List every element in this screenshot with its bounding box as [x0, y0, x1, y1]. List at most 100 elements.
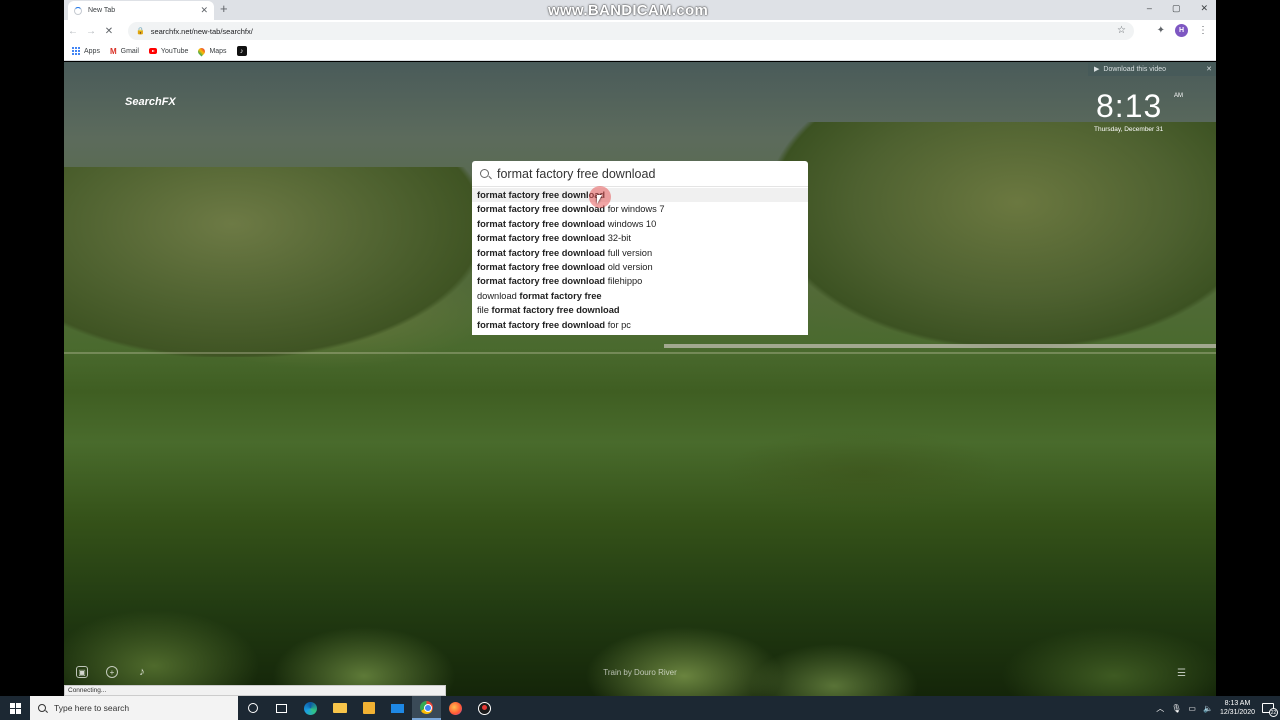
notification-center-icon[interactable]: 22 — [1262, 703, 1278, 717]
gmail-icon: M — [109, 46, 117, 56]
download-video-bar[interactable]: ▶ Download this video ✕ — [1088, 62, 1216, 76]
taskbar-search-box[interactable]: Type here to search — [30, 696, 238, 720]
suggestion-match: format factory free download — [477, 204, 606, 215]
volume-icon[interactable]: 🔈 — [1203, 704, 1213, 713]
bookmark-star-icon[interactable]: ☆ — [1117, 25, 1126, 36]
search-suggestion-item[interactable]: format factory free download — [472, 188, 808, 203]
taskbar-file-explorer[interactable] — [325, 696, 354, 720]
lock-icon: 🔒 — [136, 28, 145, 35]
clock-ampm: AM — [1174, 93, 1183, 99]
suggestion-completion: windows 10 — [605, 218, 657, 229]
new-tab-page: ▶ Download this video ✕ SearchFX 8:13 AM… — [64, 62, 1216, 696]
search-suggestion-item[interactable]: format factory free download 32-bit — [472, 231, 808, 245]
search-suggestion-item[interactable]: file format factory free download — [472, 303, 808, 317]
bookmark-label: Maps — [209, 47, 227, 55]
search-suggestion-item[interactable]: format factory free download filehippo — [472, 274, 808, 288]
bookmark-gmail[interactable]: M Gmail — [110, 47, 139, 56]
suggestion-match: format factory free download — [477, 276, 606, 287]
task-view-button[interactable] — [267, 696, 296, 720]
search-suggestion-item[interactable]: format factory free download for windows… — [472, 202, 808, 216]
minimize-button[interactable]: – — [1147, 3, 1152, 14]
tray-time: 8:13 AM — [1224, 700, 1251, 707]
searchfx-logo: SearchFX — [125, 96, 176, 108]
background-caption: Train by Douro River — [603, 668, 677, 677]
microphone-icon[interactable]: 🎙 — [1171, 704, 1181, 713]
tray-date: 12/31/2020 — [1219, 709, 1255, 716]
taskbar-chrome[interactable] — [412, 696, 441, 720]
close-window-button[interactable]: ✕ — [1200, 3, 1208, 14]
bandicam-watermark: www.BANDICAM.com — [548, 2, 709, 19]
tray-overflow-chevron-icon[interactable]: ︿ — [1156, 703, 1164, 714]
new-tab-button[interactable]: + — [220, 2, 228, 16]
search-icon — [38, 704, 46, 712]
bookmark-tiktok[interactable]: ♪ — [236, 46, 247, 56]
cortana-button[interactable] — [238, 696, 267, 720]
taskbar-mail[interactable] — [383, 696, 412, 720]
tray-clock[interactable]: 8:13 AM 12/31/2020 — [1220, 699, 1255, 717]
search-suggestion-item[interactable]: format factory free download old version — [472, 260, 808, 274]
apps-grid-icon — [72, 47, 80, 55]
taskbar-search-placeholder: Type here to search — [54, 703, 130, 713]
suggestion-match: format factory free download — [477, 190, 606, 200]
search-widget: format factory free download format fact… — [472, 161, 808, 335]
settings-menu-icon[interactable]: ☰ — [1177, 668, 1186, 679]
search-icon — [480, 169, 489, 178]
record-icon — [478, 701, 491, 715]
search-suggestion-item[interactable]: format factory free download for pc — [472, 318, 808, 332]
network-icon[interactable]: ▭ — [1188, 704, 1196, 713]
background-shore — [64, 352, 1216, 354]
store-icon — [362, 702, 375, 714]
search-input[interactable]: format factory free download — [472, 161, 808, 186]
edge-icon — [304, 701, 317, 715]
browser-window: New Tab ✕ + www.BANDICAM.com – ▢ ✕ ← → ✕… — [64, 0, 1216, 720]
notification-count: 22 — [1269, 708, 1278, 717]
search-suggestion-item[interactable]: format factory free download full versio… — [472, 246, 808, 260]
address-bar[interactable]: 🔒 searchfx.net/new-tab/searchfx/ ☆ — [128, 22, 1134, 40]
search-suggestion-item[interactable]: download format factory free — [472, 289, 808, 303]
taskbar-firefox[interactable] — [441, 696, 470, 720]
download-bar-close-icon[interactable]: ✕ — [1206, 65, 1212, 73]
maximize-button[interactable]: ▢ — [1172, 3, 1181, 14]
taskbar-bandicam[interactable] — [470, 696, 499, 720]
forward-button[interactable]: → — [82, 26, 100, 37]
suggestion-completion: for pc — [605, 319, 631, 330]
tab-title: New Tab — [88, 7, 116, 14]
background-bridge — [664, 344, 1216, 348]
search-suggestion-item[interactable]: format factory free download windows 10 — [472, 217, 808, 231]
extensions-puzzle-icon[interactable]: ✦ — [1157, 25, 1165, 36]
search-suggestions-list: format factory free download format facto… — [472, 186, 808, 335]
suggestion-match: format factory free download — [477, 218, 606, 229]
bookmark-youtube[interactable]: YouTube — [148, 47, 189, 55]
back-button[interactable]: ← — [64, 26, 82, 37]
background-hill-right — [764, 122, 1216, 352]
bookmark-apps[interactable]: Apps — [72, 47, 100, 55]
status-bar: Connecting... — [64, 685, 446, 696]
tab-new-tab[interactable]: New Tab ✕ — [68, 1, 214, 20]
loading-spinner-icon — [74, 6, 82, 15]
task-view-icon — [276, 703, 287, 713]
clock-time: 8:13 — [1096, 88, 1163, 124]
taskbar-edge[interactable] — [296, 696, 325, 720]
tab-close-icon[interactable]: ✕ — [200, 5, 208, 16]
clock-date: Thursday, December 31 — [1094, 126, 1164, 133]
bookmark-label: YouTube — [160, 47, 189, 55]
play-icon: ▶ — [1094, 66, 1100, 73]
bookmarks-bar: Apps M Gmail YouTube Maps ♪ — [64, 42, 1216, 61]
tab-strip: New Tab ✕ + www.BANDICAM.com – ▢ ✕ — [64, 0, 1216, 20]
bookmark-label: Apps — [84, 47, 100, 55]
suggestion-match: format factory free download — [477, 261, 606, 272]
start-button[interactable] — [0, 696, 30, 720]
profile-avatar[interactable]: H — [1175, 24, 1188, 37]
suggestion-match: format factory free download — [477, 233, 606, 244]
suggestion-completion: full version — [605, 247, 653, 258]
folder-icon — [332, 703, 347, 713]
menu-dots-icon[interactable]: ⋮ — [1198, 25, 1208, 36]
search-query-text[interactable]: format factory free download — [497, 167, 655, 181]
chrome-icon — [420, 700, 433, 714]
background-plants — [64, 456, 1216, 696]
taskbar-store[interactable] — [354, 696, 383, 720]
suggestion-match: format factory free — [519, 290, 602, 301]
stop-loading-button[interactable]: ✕ — [100, 26, 118, 37]
bookmark-maps[interactable]: Maps — [196, 46, 227, 56]
tiktok-icon: ♪ — [236, 46, 247, 56]
